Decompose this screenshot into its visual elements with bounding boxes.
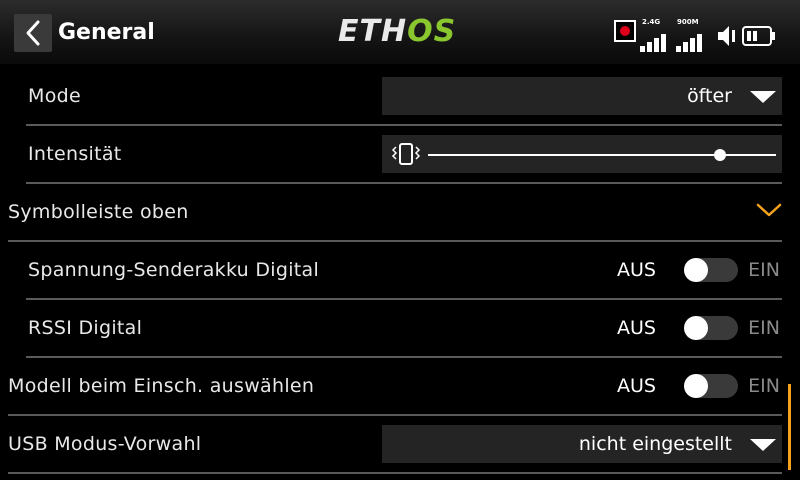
band-24g-label: 2.4G — [642, 18, 661, 26]
row-model-select-on-startup: Modell beim Einsch. auswählen AUS EIN — [0, 357, 800, 416]
row-usb-mode: USB Modus-Vorwahl nicht eingestellt — [0, 415, 800, 474]
dropdown-arrow-icon — [750, 439, 776, 451]
chevron-down-icon[interactable] — [756, 201, 782, 219]
rssi-digital-label: RSSI Digital — [28, 317, 143, 339]
toggle-off-label: AUS — [617, 259, 656, 281]
band-900m-label: 900M — [677, 18, 699, 26]
section-symbolleiste[interactable]: Symbolleiste oben — [0, 183, 800, 242]
row-voltage-digital: Spannung-Senderakku Digital AUS EIN — [0, 241, 800, 300]
scrollbar[interactable] — [788, 384, 791, 470]
mode-dropdown[interactable]: öfter — [382, 77, 782, 115]
intensity-label: Intensität — [28, 143, 122, 165]
volume-mute-icon — [718, 26, 735, 46]
usb-mode-label: USB Modus-Vorwahl — [8, 433, 202, 455]
back-button[interactable] — [14, 14, 52, 52]
slider-knob[interactable] — [714, 149, 727, 161]
voltage-digital-toggle[interactable] — [684, 258, 738, 282]
top-bar: General ETHOS 2.4G 900M — [0, 0, 800, 64]
usb-mode-value: nicht eingestellt — [578, 433, 732, 455]
rssi-digital-toggle[interactable] — [684, 316, 738, 340]
toggle-on-label: EIN — [748, 259, 780, 281]
voltage-digital-label: Spannung-Senderakku Digital — [28, 259, 320, 281]
row-mode: Mode öfter — [0, 67, 800, 126]
divider — [8, 472, 782, 474]
mode-value: öfter — [687, 85, 732, 107]
section-title: Symbolleiste oben — [8, 201, 189, 223]
battery-icon — [742, 26, 775, 46]
model-select-toggle-group: AUS EIN — [610, 357, 780, 415]
toggle-on-label: EIN — [748, 317, 780, 339]
toggle-off-label: AUS — [617, 375, 656, 397]
signal-24g-icon — [640, 34, 666, 52]
mode-label: Mode — [28, 85, 81, 107]
vibration-icon — [391, 143, 421, 165]
voltage-digital-toggle-group: AUS EIN — [610, 241, 780, 299]
rssi-digital-toggle-group: AUS EIN — [610, 299, 780, 357]
dropdown-arrow-icon — [750, 91, 776, 103]
toggle-off-label: AUS — [617, 317, 656, 339]
usb-mode-dropdown[interactable]: nicht eingestellt — [382, 425, 782, 463]
back-chevron-icon — [26, 20, 40, 46]
record-icon — [614, 20, 636, 42]
row-rssi-digital: RSSI Digital AUS EIN — [0, 299, 800, 358]
model-select-label: Modell beim Einsch. auswählen — [8, 375, 315, 397]
toggle-on-label: EIN — [748, 375, 780, 397]
signal-900m-icon — [676, 34, 702, 52]
ethos-logo: ETHOS — [338, 14, 457, 49]
intensity-slider[interactable] — [382, 135, 782, 173]
model-select-toggle[interactable] — [684, 374, 738, 398]
row-intensity: Intensität — [0, 125, 800, 184]
page-title: General — [58, 20, 155, 45]
